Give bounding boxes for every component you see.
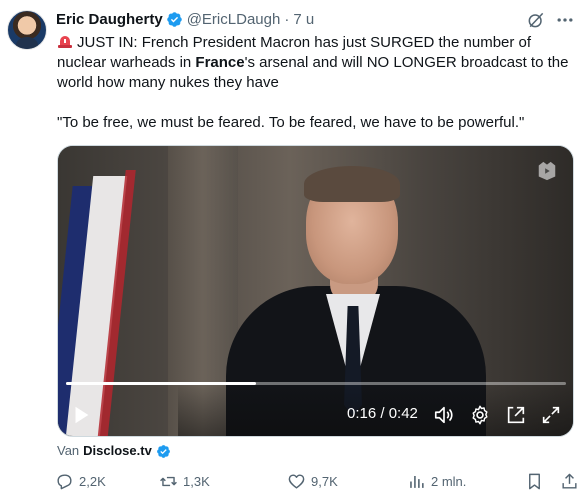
grok-icon[interactable] [526, 10, 546, 30]
action-bar: 2,2K 1,3K 9,7K 2 mln. [55, 472, 580, 494]
tweet-header: Eric Daugherty @EricLDaugh · 7 u [56, 9, 314, 29]
video-time: 0:16 / 0:42 [347, 405, 418, 422]
siren-emoji-icon [58, 36, 72, 48]
video-progress-fill [66, 382, 256, 385]
reply-button[interactable]: 2,2K [55, 472, 106, 491]
like-button[interactable]: 9,7K [287, 472, 338, 491]
tweet-text-bold: France [195, 54, 245, 71]
tweet-quote: "To be free, we must be feared. To be fe… [57, 114, 525, 131]
fullscreen-icon[interactable] [540, 404, 562, 426]
reply-count: 2,2K [79, 474, 106, 489]
reply-icon [57, 474, 72, 490]
repost-count: 1,3K [183, 474, 210, 489]
bookmark-button[interactable] [525, 472, 549, 491]
bookmark-icon [529, 473, 540, 490]
heart-icon [288, 474, 305, 489]
like-count: 9,7K [311, 474, 338, 489]
more-horizontal-icon[interactable] [555, 10, 575, 30]
author-name[interactable]: Eric Daugherty [56, 11, 163, 28]
source-prefix: Van [57, 443, 80, 458]
play-icon[interactable] [70, 404, 92, 426]
views-count: 2 mln. [431, 474, 467, 489]
post-time[interactable]: 7 u [293, 11, 314, 28]
volume-icon[interactable] [433, 404, 455, 426]
tweet-text: JUST IN: French President Macron has jus… [57, 33, 579, 93]
separator-dot: · [284, 10, 290, 28]
author-handle[interactable]: @EricLDaugh [187, 11, 281, 28]
views-chart-icon [410, 475, 424, 488]
author-avatar[interactable] [7, 10, 47, 50]
media-brand-icon [538, 161, 556, 181]
repost-icon [160, 476, 177, 487]
person-hair [304, 166, 400, 202]
verified-badge-icon [166, 11, 182, 27]
source-name[interactable]: Disclose.tv [83, 443, 152, 459]
picture-in-picture-icon[interactable] [505, 404, 527, 426]
share-icon [562, 473, 577, 489]
settings-gear-icon[interactable] [469, 404, 491, 426]
video-player[interactable]: 0:16 / 0:42 [57, 145, 574, 437]
views-button[interactable]: 2 mln. [407, 472, 466, 491]
share-button[interactable] [560, 472, 584, 491]
verified-badge-icon [156, 444, 170, 458]
video-progress-bar[interactable] [66, 382, 566, 385]
video-source: Van Disclose.tv [57, 443, 171, 459]
repost-button[interactable]: 1,3K [159, 472, 210, 491]
